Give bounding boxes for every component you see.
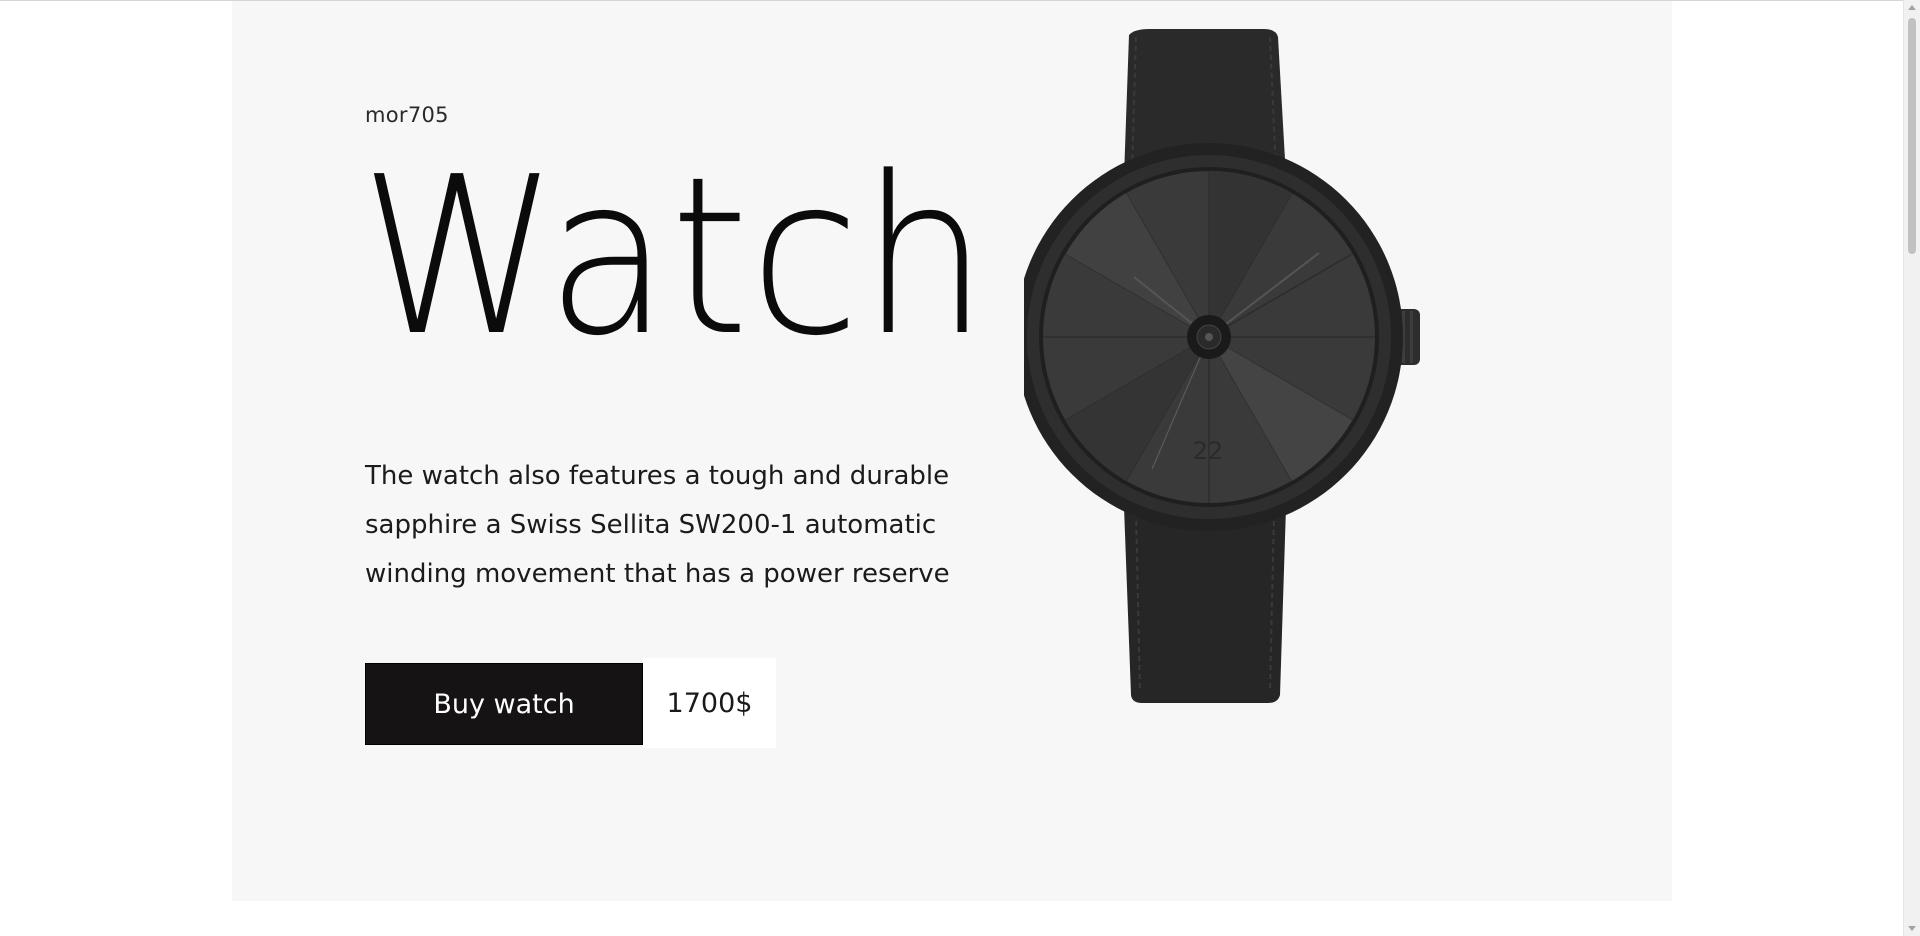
brand-name: mor705 — [365, 103, 449, 127]
scrollbar-thumb[interactable] — [1908, 18, 1916, 254]
dial-number: 22 — [1193, 437, 1224, 465]
product-description: The watch also features a tough and dura… — [365, 461, 950, 589]
page-title: Watch — [360, 131, 990, 384]
buy-watch-button[interactable]: Buy watch — [365, 663, 643, 745]
hero-section: mor705 Watch The watch also features a t… — [232, 1, 1672, 901]
scroll-up-icon[interactable] — [1908, 5, 1916, 10]
scroll-down-icon[interactable] — [1908, 926, 1916, 931]
watch-image: 22 — [1024, 29, 1420, 703]
price-label: 1700$ — [643, 658, 776, 748]
vertical-scrollbar[interactable] — [1903, 0, 1920, 936]
